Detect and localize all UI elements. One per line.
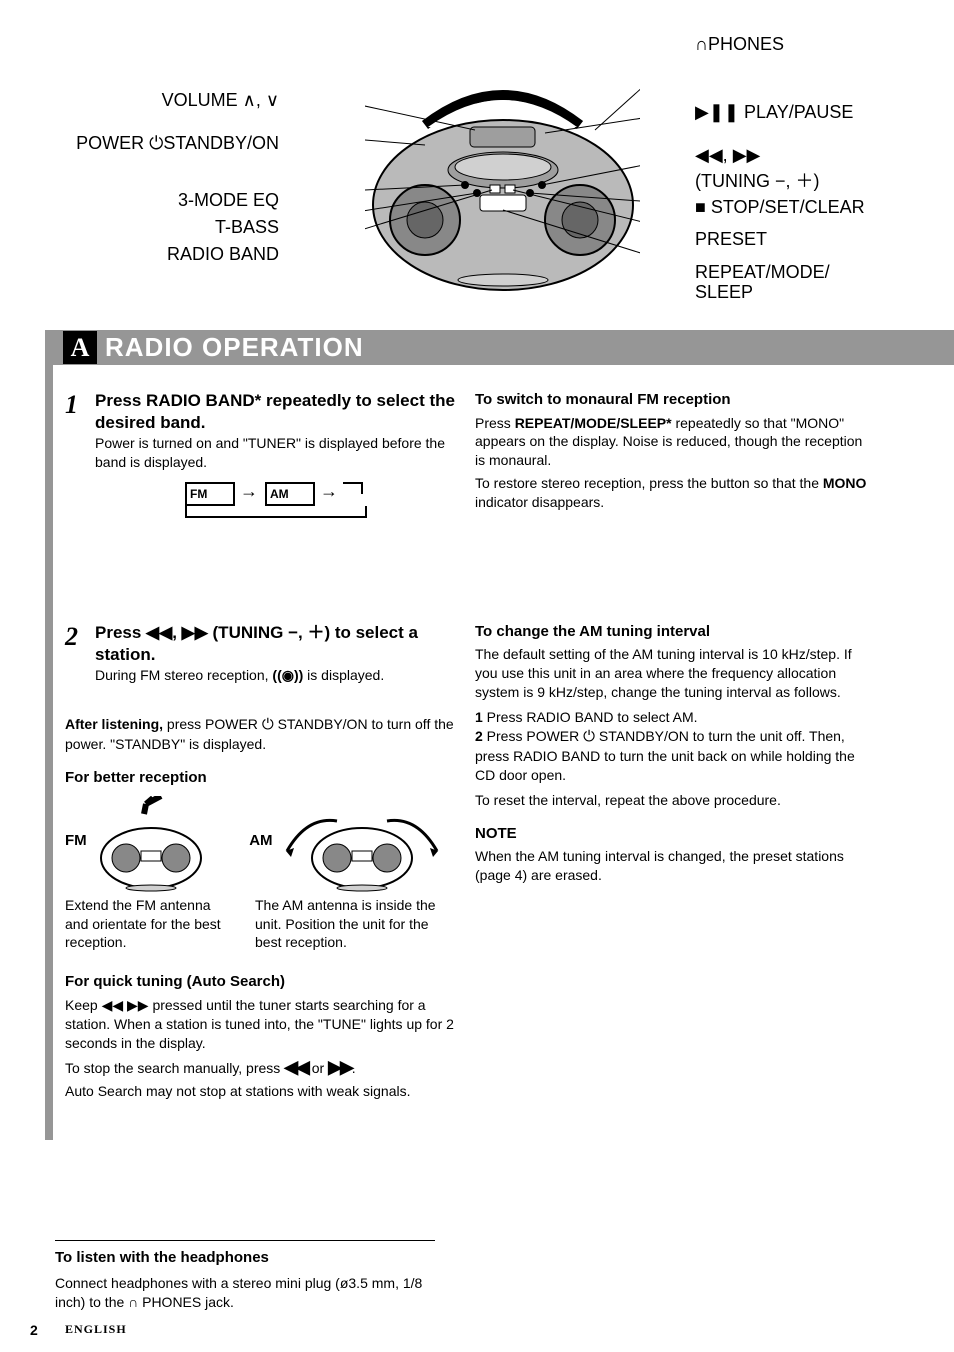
controls-diagram: VOLUME ∧, ∨ POWER ⏻STANDBY/ON 3-MODE EQ …: [55, 30, 899, 320]
label-play-pause: ▶❚❚ PLAY/PAUSE: [695, 102, 853, 123]
band-cycle-diagram: FM → AM →: [185, 482, 385, 512]
language-label: ENGLISH: [65, 1322, 127, 1337]
rewind-forward-icon: ◀◀, ▶▶: [146, 623, 208, 642]
label-repeat-1: REPEAT/MODE/: [695, 262, 830, 283]
quick-tuning-body-3: Auto Search may not stop at stations wit…: [65, 1082, 465, 1101]
forward-icon: ▶▶: [328, 1057, 352, 1078]
better-reception-heading: For better reception: [65, 768, 465, 788]
step-2-body: During FM stereo reception, ((◉)) is dis…: [95, 666, 465, 685]
quick-tuning-body: Keep ◀◀ ▶▶ pressed until the tuner start…: [65, 996, 465, 1053]
am-caption: The AM antenna is inside the unit. Posit…: [255, 896, 445, 953]
quick-tuning-body-2: To stop the search manually, press ◀◀ or…: [65, 1057, 465, 1078]
after-listening: After listening, press POWER ⏻ STANDBY/O…: [65, 715, 465, 754]
section-letter: A: [63, 331, 97, 364]
step-1: 1 Press RADIO BAND* repeatedly to select…: [65, 390, 465, 512]
label-volume: VOLUME ∧, ∨: [162, 90, 279, 111]
fm-reception-illustration: [91, 796, 211, 896]
rewind-forward-icon: ◀◀ ▶▶: [102, 997, 149, 1013]
headphones-footnote: To listen with the headphones Connect he…: [55, 1240, 455, 1312]
am-interval-body: The default setting of the AM tuning int…: [475, 645, 875, 702]
label-tbass: T-BASS: [215, 217, 279, 238]
power-icon: ⏻: [583, 728, 595, 745]
step-1-heading: Press RADIO BAND* repeatedly to select t…: [95, 390, 465, 434]
section-bar: A RADIO OPERATION: [45, 330, 899, 365]
am-interval-list: 1 Press RADIO BAND to select AM. 2 Press…: [475, 708, 875, 785]
left-column: 1 Press RADIO BAND* repeatedly to select…: [65, 390, 465, 1100]
quick-tuning-heading: For quick tuning (Auto Search): [65, 972, 465, 992]
reception-diagrams: FM AM: [65, 796, 465, 953]
label-tuning-2: (TUNING −, ＋): [695, 167, 820, 193]
fm-caption: Extend the FM antenna and orientate for …: [65, 896, 235, 953]
headphones-body: Connect headphones with a stereo mini pl…: [55, 1274, 455, 1312]
mono-body-2: To restore stereo reception, press the b…: [475, 474, 875, 512]
label-3mode-eq: 3-MODE EQ: [178, 190, 279, 211]
label-power: POWER ⏻STANDBY/ON: [76, 133, 279, 154]
step-2-number: 2: [65, 622, 78, 652]
after-listening-heading: After listening,: [65, 716, 163, 732]
mono-heading: To switch to monaural FM reception: [475, 390, 875, 410]
power-icon: ⏻: [262, 716, 274, 733]
am-interval-heading: To change the AM tuning interval: [475, 622, 875, 642]
headphones-icon: ∩: [128, 1294, 138, 1310]
label-phones: ∩PHONES: [695, 34, 784, 55]
label-repeat-2: SLEEP: [695, 282, 753, 303]
page-number: 2: [30, 1323, 38, 1337]
label-preset: PRESET: [695, 229, 767, 250]
note-heading: NOTE: [475, 824, 875, 844]
body: 1 Press RADIO BAND* repeatedly to select…: [55, 390, 899, 1190]
headphones-heading: To listen with the headphones: [55, 1249, 455, 1266]
boombox-illustration: [365, 85, 640, 295]
am-interval-body-2: To reset the interval, repeat the above …: [475, 791, 875, 810]
step-1-number: 1: [65, 390, 78, 420]
label-tuning-1: ◀◀, ▶▶: [695, 145, 760, 166]
step-1-body: Power is turned on and "TUNER" is displa…: [95, 434, 465, 472]
note-body: When the AM tuning interval is changed, …: [475, 847, 875, 885]
am-label: AM: [249, 796, 272, 851]
right-column: To switch to monaural FM reception Press…: [475, 390, 875, 885]
section-title: RADIO OPERATION: [105, 330, 364, 365]
mono-body: Press REPEAT/MODE/SLEEP* repeatedly so t…: [475, 414, 875, 471]
fm-label: FM: [65, 796, 87, 851]
label-radio-band: RADIO BAND: [167, 244, 279, 265]
stereo-icon: ((◉)): [272, 667, 303, 683]
step-2-heading: Press ◀◀, ▶▶ (TUNING −, ＋) to select a s…: [95, 622, 465, 666]
rewind-icon: ◀◀: [284, 1057, 308, 1078]
am-reception-illustration: [277, 796, 447, 896]
step-2: 2 Press ◀◀, ▶▶ (TUNING −, ＋) to select a…: [65, 622, 465, 685]
label-stop: ■ STOP/SET/CLEAR: [695, 197, 865, 218]
